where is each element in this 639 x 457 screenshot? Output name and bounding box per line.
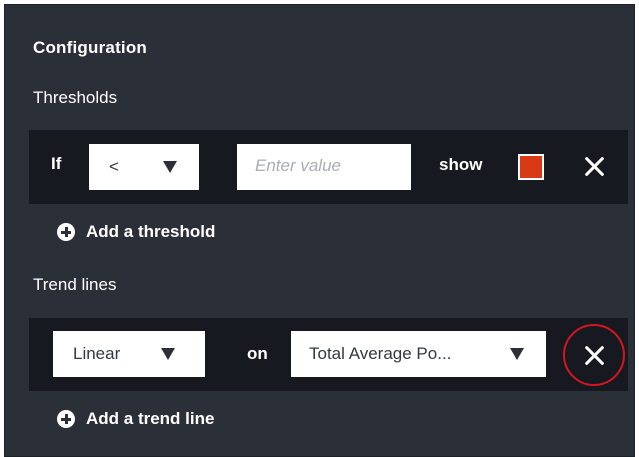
chevron-down-icon xyxy=(161,348,175,360)
operator-value: < xyxy=(109,157,119,176)
plus-circle-icon xyxy=(57,223,75,241)
add-threshold-label: Add a threshold xyxy=(86,222,216,241)
trend-type-value: Linear xyxy=(73,344,121,363)
plus-circle-icon xyxy=(57,410,75,428)
threshold-row: If < show xyxy=(29,130,628,204)
add-trend-line-link[interactable]: Add a trend line xyxy=(57,409,214,429)
remove-trend-line-close-icon[interactable] xyxy=(583,344,605,366)
remove-threshold-close-icon[interactable] xyxy=(583,155,605,177)
configuration-panel: Configuration Thresholds If < show Add a… xyxy=(4,4,635,457)
trend-field-value: Total Average Po... xyxy=(309,344,452,363)
chevron-down-icon xyxy=(163,161,177,173)
threshold-color-swatch[interactable] xyxy=(518,154,544,180)
add-threshold-link[interactable]: Add a threshold xyxy=(57,222,215,242)
show-label: show xyxy=(439,155,483,174)
trend-type-dropdown[interactable]: Linear xyxy=(53,331,205,377)
threshold-value-input[interactable] xyxy=(237,144,423,188)
panel-title: Configuration xyxy=(33,38,148,57)
on-label: on xyxy=(247,344,268,363)
if-label: If xyxy=(51,154,62,173)
trend-field-dropdown[interactable]: Total Average Po... xyxy=(291,331,546,377)
add-trend-line-label: Add a trend line xyxy=(86,409,215,428)
trend-lines-label: Trend lines xyxy=(33,275,117,294)
thresholds-label: Thresholds xyxy=(33,88,118,107)
chevron-down-icon xyxy=(510,348,524,360)
operator-dropdown[interactable]: < xyxy=(89,144,199,190)
trend-line-row: Linear on Total Average Po... xyxy=(29,318,628,391)
threshold-value-input-wrapper xyxy=(237,144,423,190)
